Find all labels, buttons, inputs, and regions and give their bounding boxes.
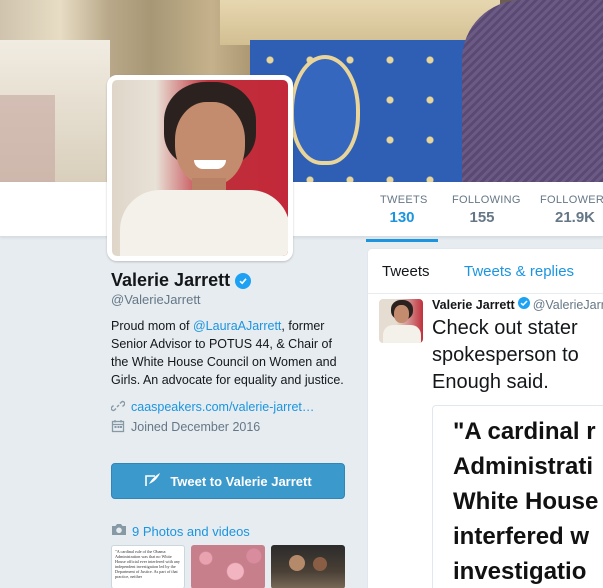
verified-badge-icon <box>235 272 252 289</box>
website-row: caaspeakers.com/valerie-jarret… <box>110 397 351 417</box>
nav-tweets-count: 130 <box>389 209 415 226</box>
tweet-header: Valerie Jarrett @ValerieJarr <box>432 297 603 312</box>
bio-text-pre: Proud mom of <box>111 319 193 333</box>
nav-followers[interactable]: FOLLOWERS 21.9K <box>540 194 603 226</box>
joined-row: Joined December 2016 <box>111 417 351 437</box>
tweet-author-handle[interactable]: @ValerieJarr <box>533 298 603 312</box>
profile-nav-bar: TWEETS 130 FOLLOWING 155 FOLLOWERS 21.9K <box>0 182 603 242</box>
tweet-text-line: Enough said. <box>432 371 549 393</box>
banner-sleeve <box>462 0 603 182</box>
tweet-media-card[interactable]: "A cardinal r Administrati White House i… <box>432 405 603 588</box>
nav-following-count: 155 <box>469 209 495 226</box>
avatar-face <box>175 102 245 186</box>
nav-following[interactable]: FOLLOWING 155 <box>452 194 521 226</box>
tweet-author-name[interactable]: Valerie Jarrett <box>432 298 515 312</box>
nav-followers-label: FOLLOWERS <box>540 194 603 206</box>
media-thumbnail-flowers[interactable] <box>191 545 265 588</box>
calendar-icon <box>111 419 125 436</box>
card-text-line: investigatio <box>453 558 587 585</box>
tweet-text-line: Check out stater <box>432 317 578 339</box>
profile-avatar[interactable] <box>107 75 293 261</box>
joined-date: Joined December 2016 <box>131 420 261 434</box>
profile-name-row: Valerie Jarrett <box>111 270 351 291</box>
website-link[interactable]: caaspeakers.com/valerie-jarret… <box>131 400 314 414</box>
bio-mention-link[interactable]: @LauraAJarrett <box>193 319 281 333</box>
photos-videos-link[interactable]: 9 Photos and videos <box>111 523 250 539</box>
tweet-avatar-shirt <box>383 325 421 343</box>
card-text-line: interfered w <box>453 523 590 550</box>
profile-handle[interactable]: @ValerieJarrett <box>111 292 351 307</box>
nav-tweets[interactable]: TWEETS 130 <box>366 194 438 242</box>
avatar-shirt <box>120 190 288 256</box>
avatar-smile <box>194 160 226 169</box>
photos-videos-label: 9 Photos and videos <box>132 523 250 539</box>
thumbnail-statement-text: "A cardinal rule of the Obama Administra… <box>115 549 180 579</box>
media-thumbnail-statement[interactable]: "A cardinal rule of the Obama Administra… <box>111 545 185 588</box>
profile-sidebar: Valerie Jarrett @ValerieJarrett Proud mo… <box>110 270 351 588</box>
profile-name[interactable]: Valerie Jarrett <box>111 270 230 291</box>
tweet-verified-icon <box>517 297 530 312</box>
nav-followers-count: 21.9K <box>554 209 596 226</box>
tab-tweets-replies[interactable]: Tweets & replies <box>464 263 574 280</box>
timeline-tabs: Tweets Tweets & replies <box>368 249 603 294</box>
card-text-line: Administrati <box>453 453 594 480</box>
media-thumbnail-people[interactable] <box>271 545 345 588</box>
tweet-avatar-face <box>394 305 409 323</box>
banner-medallion <box>290 55 360 165</box>
media-thumbnails: "A cardinal rule of the Obama Administra… <box>111 545 345 588</box>
banner-wall <box>220 0 500 45</box>
tweet-to-button[interactable]: Tweet to Valerie Jarrett <box>111 463 345 499</box>
tweet-text: Check out stater spokesperson to Enough … <box>432 315 603 396</box>
profile-header-banner <box>0 0 603 182</box>
card-text-line: "A cardinal r <box>453 418 596 445</box>
nav-following-label: FOLLOWING <box>452 194 521 206</box>
timeline: Tweets Tweets & replies Valerie Jarrett … <box>367 248 603 588</box>
profile-bio: Proud mom of @LauraAJarrett, former Seni… <box>111 317 347 389</box>
tweet-text-line: spokesperson to <box>432 344 579 366</box>
tweet-to-label: Tweet to Valerie Jarrett <box>170 473 312 489</box>
camera-icon <box>111 523 127 539</box>
compose-icon <box>144 472 162 491</box>
card-text-line: White House <box>453 488 599 515</box>
link-icon <box>110 399 126 416</box>
tweet-avatar[interactable] <box>379 299 423 343</box>
tab-tweets[interactable]: Tweets <box>382 263 430 280</box>
profile-meta: caaspeakers.com/valerie-jarret… Joined D… <box>110 397 351 437</box>
nav-tweets-label: TWEETS <box>380 194 428 206</box>
banner-chair-shadow <box>0 95 55 182</box>
